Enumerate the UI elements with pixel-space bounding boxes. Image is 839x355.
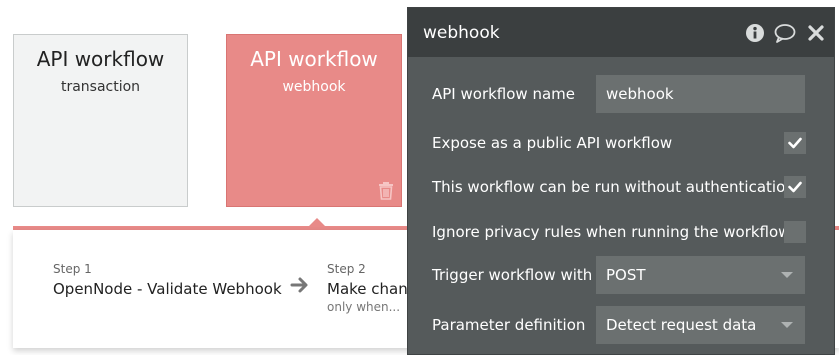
- trigger-method-value: POST: [606, 266, 646, 284]
- ignore-privacy-label: Ignore privacy rules when running the wo…: [432, 223, 791, 241]
- parameter-definition-label: Parameter definition: [432, 316, 586, 334]
- arrow-right-icon: [290, 275, 310, 295]
- card-title: API workflow: [36, 47, 165, 71]
- no-auth-checkbox[interactable]: [784, 176, 806, 198]
- card-subtitle: webhook: [282, 79, 346, 95]
- step-number: Step 2: [327, 262, 366, 276]
- trigger-label: Trigger workflow with: [432, 266, 593, 284]
- ignore-privacy-checkbox[interactable]: [784, 221, 806, 243]
- workflow-card-webhook[interactable]: API workflow webhook: [226, 34, 402, 207]
- step-2[interactable]: Step 2 Make chang only when...: [327, 262, 417, 314]
- no-auth-label: This workflow can be run without authent…: [432, 178, 795, 196]
- checkmark-icon: [788, 181, 802, 193]
- trigger-method-select[interactable]: POST: [596, 256, 805, 294]
- workflow-properties-panel: webhook API workflow name Expose as a pu…: [407, 7, 835, 355]
- chevron-down-icon: [781, 272, 793, 278]
- row-trigger: Trigger workflow with POST: [432, 256, 806, 294]
- workflow-name-input[interactable]: [596, 75, 805, 113]
- comment-icon[interactable]: [774, 23, 796, 43]
- card-title: API workflow: [250, 47, 378, 71]
- step-title: Make chang: [327, 280, 418, 298]
- workflow-name-label: API workflow name: [432, 85, 575, 103]
- workflow-card-transaction[interactable]: API workflow transaction: [13, 34, 188, 207]
- row-workflow-name: API workflow name: [432, 75, 806, 113]
- panel-header[interactable]: webhook: [408, 8, 834, 57]
- step-1[interactable]: Step 1 OpenNode - Validate Webhook: [53, 262, 282, 298]
- row-expose-public: Expose as a public API workflow: [432, 124, 806, 162]
- step-condition: only when...: [327, 300, 401, 314]
- info-icon[interactable]: [744, 23, 766, 43]
- expose-public-checkbox[interactable]: [784, 132, 806, 154]
- row-ignore-privacy: Ignore privacy rules when running the wo…: [432, 213, 806, 251]
- checkmark-icon: [788, 137, 802, 149]
- parameter-definition-select[interactable]: Detect request data: [596, 306, 805, 344]
- row-no-auth: This workflow can be run without authent…: [432, 168, 806, 206]
- chevron-down-icon: [781, 322, 793, 328]
- trash-icon[interactable]: [377, 182, 395, 200]
- step-number: Step 1: [53, 262, 92, 276]
- row-parameter-definition: Parameter definition Detect request data: [432, 306, 806, 344]
- step-title: OpenNode - Validate Webhook: [53, 280, 282, 298]
- expose-public-label: Expose as a public API workflow: [432, 134, 673, 152]
- parameter-definition-value: Detect request data: [606, 316, 757, 334]
- close-icon[interactable]: [805, 23, 827, 43]
- panel-title: webhook: [423, 22, 500, 43]
- card-subtitle: transaction: [60, 79, 141, 95]
